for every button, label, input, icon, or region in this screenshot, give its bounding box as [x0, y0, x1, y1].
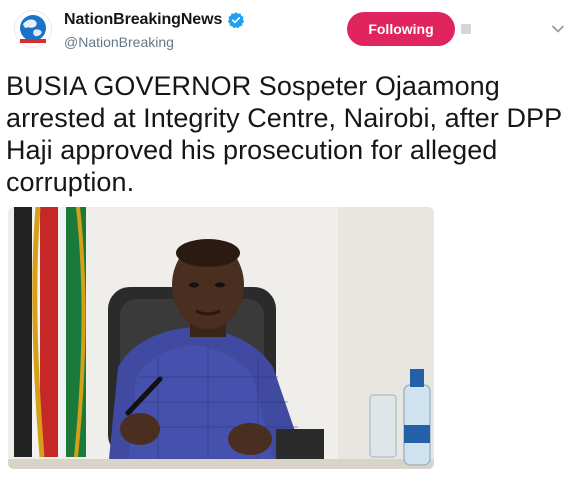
chevron-down-icon[interactable] — [551, 24, 565, 34]
following-button[interactable]: Following — [347, 12, 455, 46]
name-row: NationBreakingNews — [64, 10, 245, 30]
placeholder-icon — [461, 24, 471, 34]
verified-badge-icon — [228, 12, 245, 29]
avatar[interactable] — [14, 10, 52, 48]
governor-photo-icon — [8, 207, 434, 469]
tweet-text: BUSIA GOVERNOR Sospeter Ojaamong arreste… — [6, 71, 563, 197]
tweet-photo[interactable] — [8, 207, 434, 469]
nation-globe-logo-icon — [20, 15, 46, 43]
handle[interactable]: @NationBreaking — [64, 34, 174, 50]
display-name[interactable]: NationBreakingNews — [64, 11, 222, 29]
